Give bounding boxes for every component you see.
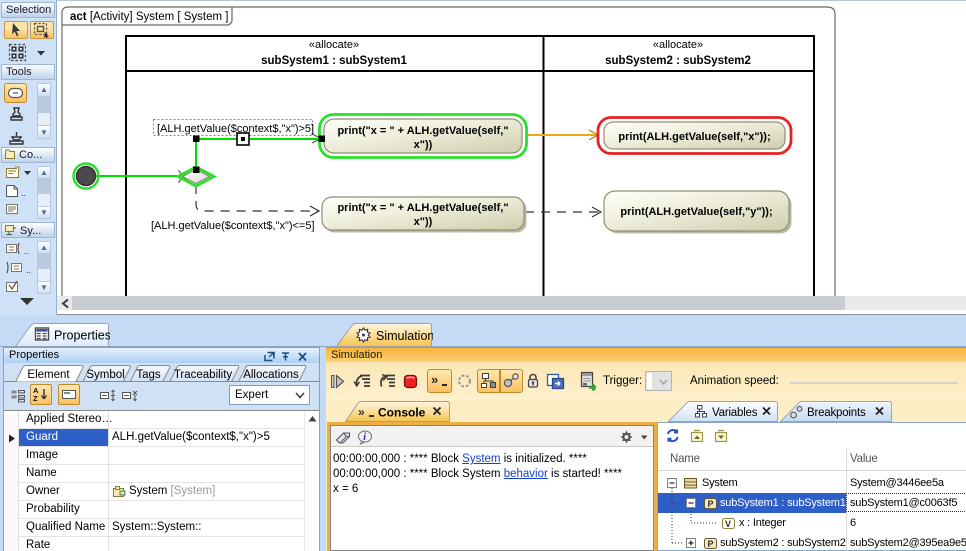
svg-text:print("x = " + ALH.getValue(se: print("x = " + ALH.getValue(self," <box>337 202 508 214</box>
svg-text:Allocations: Allocations <box>243 369 299 381</box>
svg-text:«allocate»: «allocate» <box>309 39 359 51</box>
svg-text:[ALH.getValue($context$,"x")<=: [ALH.getValue($context$,"x")<=5] <box>151 220 315 232</box>
svg-text:x")): x")) <box>414 139 433 151</box>
svg-text:subSystem2 : subSystem2: subSystem2 : subSystem2 <box>605 55 751 67</box>
svg-text:»: » <box>431 372 438 387</box>
svg-text:Console: Console <box>378 406 426 420</box>
svg-text:print(ALH.getValue(self,"x"));: print(ALH.getValue(self,"x")); <box>618 131 770 143</box>
svg-text:x")): x")) <box>414 216 433 228</box>
svg-text:«allocate»: «allocate» <box>653 39 703 51</box>
svg-text:Tags: Tags <box>136 369 161 381</box>
svg-text:Properties: Properties <box>54 329 110 343</box>
svg-text:[ALH.getValue($context$,"x")>5: [ALH.getValue($context$,"x")>5] <box>157 123 314 135</box>
svg-text:Element: Element <box>27 369 70 381</box>
svg-text:»: » <box>358 405 365 419</box>
svg-text:i: i <box>363 432 366 443</box>
svg-text:print("x = " + ALH.getValue(se: print("x = " + ALH.getValue(self," <box>337 125 508 137</box>
svg-text:Traceability: Traceability <box>174 369 233 381</box>
svg-text:Simulation: Simulation <box>376 329 433 343</box>
svg-text:Breakpoints: Breakpoints <box>807 407 866 419</box>
svg-text:print(ALH.getValue(self,"y"));: print(ALH.getValue(self,"y")); <box>620 206 772 218</box>
svg-text:Symbol: Symbol <box>86 369 124 381</box>
svg-text:Variables: Variables <box>712 407 758 419</box>
svg-text:act [Activity] System [ System: act [Activity] System [ System ] <box>70 11 228 23</box>
svg-text:Z: Z <box>33 394 38 403</box>
svg-text:subSystem1 : subSystem1: subSystem1 : subSystem1 <box>261 55 407 67</box>
svg-text:..: .. <box>26 265 31 275</box>
svg-text:..: .. <box>21 188 26 198</box>
svg-text:..: .. <box>24 246 29 256</box>
